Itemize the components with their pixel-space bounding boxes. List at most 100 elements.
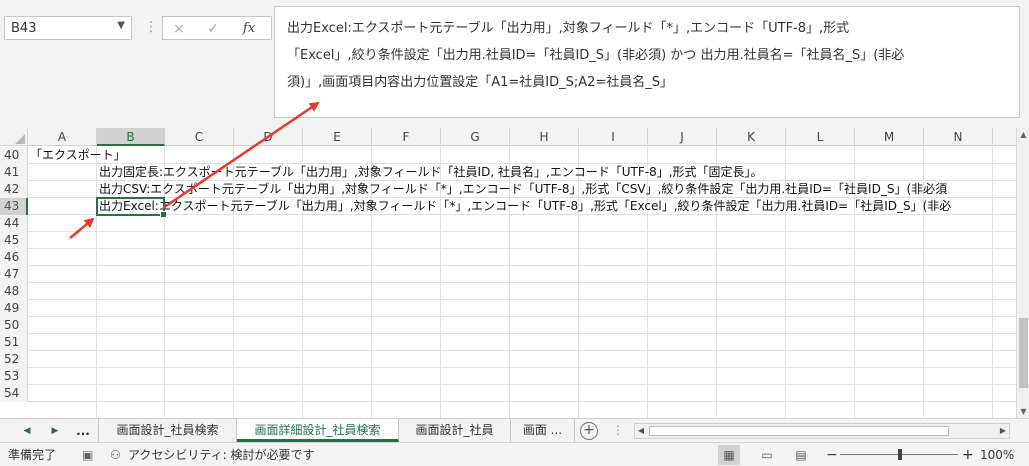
cell-text[interactable] bbox=[30, 232, 1016, 249]
cell-text[interactable] bbox=[30, 266, 1016, 283]
scroll-down-icon[interactable]: ▼ bbox=[1017, 405, 1029, 418]
horizontal-scrollbar[interactable]: ◀ ▶ bbox=[634, 423, 1010, 439]
column-header[interactable]: H bbox=[510, 128, 579, 146]
row-header[interactable]: 49 bbox=[0, 300, 28, 317]
cell-text[interactable]: 出力CSV:エクスポート元テーブル「出力用」,対象フィールド「*」,エンコード「… bbox=[99, 181, 1016, 198]
page-break-view-icon[interactable]: ▤ bbox=[790, 445, 812, 465]
column-header[interactable]: K bbox=[717, 128, 786, 146]
scroll-thumb[interactable] bbox=[649, 426, 949, 436]
tab-next-icon[interactable]: ▶ bbox=[46, 422, 64, 440]
scroll-right-icon[interactable]: ▶ bbox=[997, 424, 1009, 438]
splitter-handle[interactable]: ⋮ bbox=[144, 16, 158, 40]
row-header[interactable]: 52 bbox=[0, 351, 28, 368]
splitter-handle[interactable]: ⋮ bbox=[612, 423, 624, 437]
row-header[interactable]: 46 bbox=[0, 249, 28, 266]
name-box[interactable]: B43 ▼ bbox=[4, 16, 132, 40]
cancel-icon[interactable]: × bbox=[167, 19, 191, 39]
table-row: 45 bbox=[0, 232, 1016, 249]
row-header[interactable]: 40 bbox=[0, 147, 28, 164]
tab-sheet[interactable]: 画面設計_社員検索 bbox=[98, 419, 237, 442]
tab-more-icon[interactable]: ... bbox=[74, 422, 92, 440]
formula-bar: B43 ▼ ⋮ × ✓ fx 出力Excel:エクスポート元テーブル「出力用」,… bbox=[0, 0, 1029, 128]
select-all-corner[interactable] bbox=[0, 128, 28, 146]
cell-text[interactable] bbox=[30, 249, 1016, 266]
table-row: 48 bbox=[0, 283, 1016, 300]
row-header[interactable]: 43 bbox=[0, 198, 28, 215]
cell-text[interactable]: 「エクスポート」 bbox=[30, 147, 1016, 164]
column-header[interactable]: B bbox=[97, 128, 165, 146]
tab-sheet[interactable]: 画面 ... bbox=[511, 419, 575, 442]
table-row: 47 bbox=[0, 266, 1016, 283]
row-header[interactable]: 42 bbox=[0, 181, 28, 198]
row-header[interactable]: 50 bbox=[0, 317, 28, 334]
active-cell[interactable] bbox=[96, 197, 167, 218]
column-header[interactable]: D bbox=[234, 128, 303, 146]
column-header[interactable]: M bbox=[855, 128, 924, 146]
row-header[interactable]: 41 bbox=[0, 164, 28, 181]
scroll-left-icon[interactable]: ◀ bbox=[635, 424, 647, 438]
column-header[interactable]: L bbox=[786, 128, 855, 146]
cell-text[interactable] bbox=[30, 317, 1016, 334]
formula-line: 須)」,画面項目内容出力位置設定「A1=社員ID_S;A2=社員名_S」 bbox=[287, 75, 674, 90]
cell-text[interactable] bbox=[30, 215, 1016, 232]
add-sheet-icon[interactable]: + bbox=[580, 422, 598, 440]
row-header[interactable]: 48 bbox=[0, 283, 28, 300]
table-row: 49 bbox=[0, 300, 1016, 317]
column-header[interactable]: I bbox=[579, 128, 648, 146]
scroll-thumb[interactable] bbox=[1019, 318, 1028, 388]
table-row: 42 出力CSV:エクスポート元テーブル「出力用」,対象フィールド「*」,エンコー… bbox=[0, 181, 1016, 198]
cell-text[interactable] bbox=[30, 283, 1016, 300]
status-bar: 準備完了 ▣ ⚇ アクセシビリティ: 検討が必要です ▦ ▭ ▤ − + 100… bbox=[0, 442, 1029, 466]
cell-text[interactable]: 出力固定長:エクスポート元テーブル「出力用」,対象フィールド「社員ID, 社員名… bbox=[99, 164, 1016, 181]
formula-line: 出力Excel:エクスポート元テーブル「出力用」,対象フィールド「*」,エンコー… bbox=[287, 21, 850, 36]
column-header[interactable]: C bbox=[165, 128, 234, 146]
chevron-down-icon[interactable]: ▼ bbox=[117, 20, 125, 31]
vertical-scrollbar[interactable]: ▲ ▼ bbox=[1016, 128, 1029, 418]
table-row: 52 bbox=[0, 351, 1016, 368]
formula-input[interactable]: 出力Excel:エクスポート元テーブル「出力用」,対象フィールド「*」,エンコー… bbox=[274, 6, 1020, 118]
column-header[interactable]: F bbox=[372, 128, 441, 146]
tab-sheet[interactable]: 画面設計_社員 bbox=[399, 419, 511, 442]
scroll-up-icon[interactable]: ▲ bbox=[1017, 128, 1029, 141]
zoom-slider-knob[interactable] bbox=[898, 449, 902, 460]
cell-text[interactable] bbox=[30, 351, 1016, 368]
insert-function-icon[interactable]: fx bbox=[237, 19, 261, 39]
accessibility-status[interactable]: アクセシビリティ: 検討が必要です bbox=[128, 447, 315, 463]
table-row: 54 bbox=[0, 385, 1016, 402]
column-header[interactable]: E bbox=[303, 128, 372, 146]
column-header[interactable]: J bbox=[648, 128, 717, 146]
row-header[interactable]: 47 bbox=[0, 266, 28, 283]
row-header[interactable]: 51 bbox=[0, 334, 28, 351]
table-row: 50 bbox=[0, 317, 1016, 334]
zoom-level[interactable]: 100% bbox=[980, 447, 1014, 463]
cell-text[interactable]: 出力Excel:エクスポート元テーブル「出力用」,対象フィールド「*」,エンコー… bbox=[99, 198, 1016, 215]
tab-sheet-active[interactable]: 画面詳細設計_社員検索 bbox=[237, 419, 399, 442]
table-row: 44 bbox=[0, 215, 1016, 232]
table-row: 46 bbox=[0, 249, 1016, 266]
normal-view-icon[interactable]: ▦ bbox=[718, 445, 740, 465]
sheet-tabs-bar: ◀ ▶ ... 画面設計_社員検索 画面詳細設計_社員検索 画面設計_社員 画面… bbox=[0, 418, 1029, 442]
formula-line: 「Excel」,絞り条件設定「出力用.社員ID=「社員ID_S」(非必須) かつ… bbox=[287, 48, 905, 63]
row-header[interactable]: 53 bbox=[0, 368, 28, 385]
accessibility-icon[interactable]: ⚇ bbox=[110, 447, 121, 463]
row-header[interactable]: 45 bbox=[0, 232, 28, 249]
column-header[interactable]: A bbox=[28, 128, 97, 146]
zoom-in-button[interactable]: + bbox=[962, 447, 974, 463]
page-layout-view-icon[interactable]: ▭ bbox=[756, 445, 778, 465]
row-header[interactable]: 44 bbox=[0, 215, 28, 232]
cell-text[interactable] bbox=[30, 385, 1016, 402]
table-row: 40 「エクスポート」 bbox=[0, 147, 1016, 164]
cell-text[interactable] bbox=[30, 300, 1016, 317]
column-header[interactable]: N bbox=[924, 128, 993, 146]
name-box-value[interactable]: B43 bbox=[11, 21, 36, 36]
row-header[interactable]: 54 bbox=[0, 385, 28, 402]
column-header[interactable]: G bbox=[441, 128, 510, 146]
confirm-icon[interactable]: ✓ bbox=[201, 19, 225, 39]
tab-prev-icon[interactable]: ◀ bbox=[18, 422, 36, 440]
zoom-out-button[interactable]: − bbox=[826, 447, 838, 463]
cell-text[interactable] bbox=[30, 334, 1016, 351]
worksheet-grid[interactable]: ABCDEFGHIJKLMN 40 「エクスポート」 41 出力固定長:エクスポート元… bbox=[0, 128, 1029, 418]
column-headers: ABCDEFGHIJKLMN bbox=[0, 128, 1029, 146]
cell-text[interactable] bbox=[30, 368, 1016, 385]
macro-record-icon[interactable]: ▣ bbox=[82, 447, 93, 463]
